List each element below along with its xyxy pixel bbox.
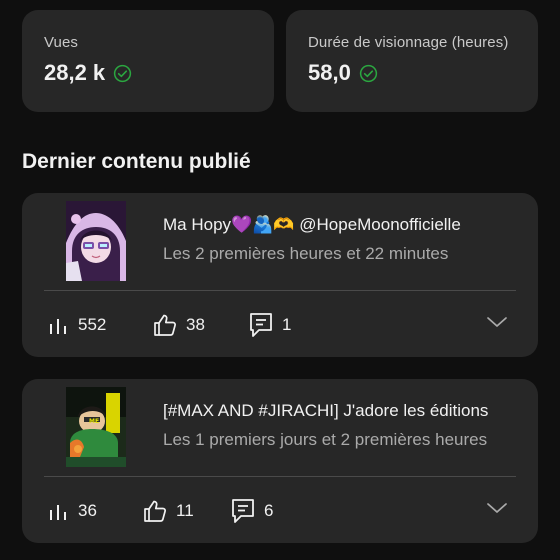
- views-stat-card[interactable]: Vues 28,2 k: [22, 10, 274, 112]
- check-circle-icon: [113, 64, 132, 83]
- likes-count: 11: [176, 501, 194, 520]
- views-stat-value: 28,2 k: [44, 60, 106, 85]
- section-title: Dernier contenu publié: [22, 150, 251, 173]
- video-published-time: Les 1 premiers jours et 2 premières heur…: [163, 430, 488, 449]
- analytics-page: Vues 28,2 k Durée de visionnage (heures)…: [0, 0, 560, 560]
- likes-metric: 11: [142, 497, 194, 525]
- video-thumbnail[interactable]: [66, 201, 126, 281]
- comments-metric: 6: [230, 497, 273, 525]
- views-count: 552: [78, 315, 107, 334]
- thumbs-up-icon: [142, 498, 168, 524]
- video-card[interactable]: Ma Hopy💜🫂🫶 @HopeMoonofficielle Les 2 pre…: [22, 193, 538, 357]
- comments-count: 6: [264, 501, 274, 520]
- divider: [44, 290, 516, 291]
- watch-time-stat-label: Durée de visionnage (heures): [308, 34, 509, 51]
- video-thumbnail[interactable]: ME: [66, 387, 126, 467]
- video-title[interactable]: [#MAX AND #JIRACHI] J'adore les éditions: [163, 401, 513, 421]
- comment-icon: [230, 497, 256, 525]
- video-published-time: Les 2 premières heures et 22 minutes: [163, 244, 449, 263]
- bar-chart-icon: [48, 501, 70, 521]
- comments-count: 1: [282, 315, 292, 334]
- views-stat-label: Vues: [44, 34, 79, 51]
- video-title[interactable]: Ma Hopy💜🫂🫶 @HopeMoonofficielle: [163, 215, 513, 235]
- views-metric: 36: [48, 497, 97, 525]
- bar-chart-icon: [48, 315, 70, 335]
- chevron-down-icon[interactable]: [486, 501, 508, 520]
- comments-metric: 1: [248, 311, 291, 339]
- likes-count: 38: [186, 315, 205, 334]
- likes-metric: 38: [152, 311, 205, 339]
- watch-time-stat-card[interactable]: Durée de visionnage (heures) 58,0: [286, 10, 538, 112]
- views-metric: 552: [48, 311, 106, 339]
- check-circle-icon: [359, 64, 378, 83]
- video-card[interactable]: ME [#MAX AND #JIRACHI] J'adore les éditi…: [22, 379, 538, 543]
- thumbs-up-icon: [152, 312, 178, 338]
- comment-icon: [248, 311, 274, 339]
- views-count: 36: [78, 501, 97, 520]
- svg-text:ME: ME: [89, 418, 99, 425]
- divider: [44, 476, 516, 477]
- chevron-down-icon[interactable]: [486, 315, 508, 334]
- watch-time-stat-value: 58,0: [308, 60, 351, 85]
